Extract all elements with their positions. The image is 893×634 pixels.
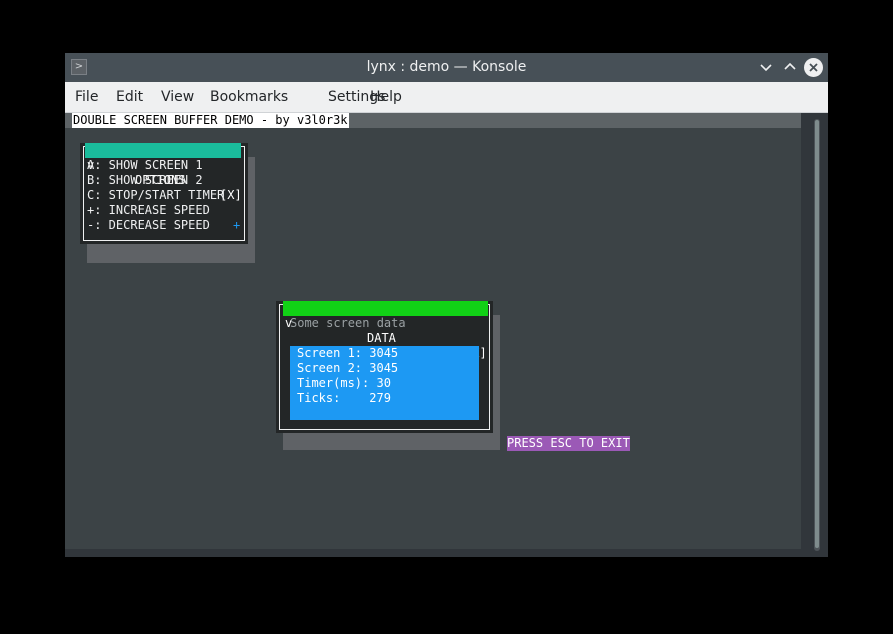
exit-hint: PRESS ESC TO EXIT [507, 436, 630, 451]
menu-view[interactable]: View [161, 82, 194, 113]
data-row-timer: Timer(ms): 30 [297, 376, 391, 390]
close-button[interactable] [804, 58, 823, 77]
data-title: DATA [367, 331, 396, 345]
option-increase-speed[interactable]: +: INCREASE SPEED [87, 203, 210, 218]
chevron-down-icon [760, 64, 772, 72]
menu-file[interactable]: File [75, 82, 98, 113]
window-title: lynx : demo — Konsole [366, 59, 527, 75]
option-show-screen-1[interactable]: A: SHOW SCREEN 1 [87, 158, 203, 173]
menu-bar: File Edit View Bookmarks Settings Help [65, 82, 828, 113]
data-row-screen-2: Screen 2: 3045 [297, 361, 399, 375]
terminal-area[interactable]: DOUBLE SCREEN BUFFER DEMO - by v3l0r3k v… [65, 113, 801, 549]
data-title-bar: v DATA [X] [283, 301, 488, 360]
close-icon [809, 63, 818, 72]
options-scroll-marker: + [233, 218, 241, 232]
data-row-ticks: Ticks: 279 [297, 391, 391, 405]
maximize-button[interactable] [781, 58, 799, 76]
chevron-up-icon [784, 62, 796, 70]
konsole-window: > lynx : demo — Konsole File Edit View B… [65, 53, 828, 557]
options-title-bar: v OPTIONS [X] [85, 143, 242, 202]
title-bar[interactable]: > lynx : demo — Konsole [65, 53, 828, 82]
menu-edit[interactable]: Edit [116, 82, 143, 113]
data-row-screen-1: Screen 1: 3045 [297, 346, 399, 360]
minimize-button[interactable] [757, 58, 775, 76]
option-show-screen-2[interactable]: B: SHOW SCREEN 2 [87, 173, 203, 188]
menu-help[interactable]: Help [370, 82, 402, 113]
scrollbar-thumb[interactable] [815, 120, 819, 548]
banner-text: DOUBLE SCREEN BUFFER DEMO - by v3l0r3k [72, 113, 349, 128]
menu-bookmarks[interactable]: Bookmarks [210, 82, 288, 113]
data-subtitle: Some screen data [290, 316, 406, 330]
option-toggle-timer[interactable]: C: STOP/START TIMER [87, 188, 224, 203]
option-decrease-speed[interactable]: -: DECREASE SPEED [87, 218, 210, 233]
